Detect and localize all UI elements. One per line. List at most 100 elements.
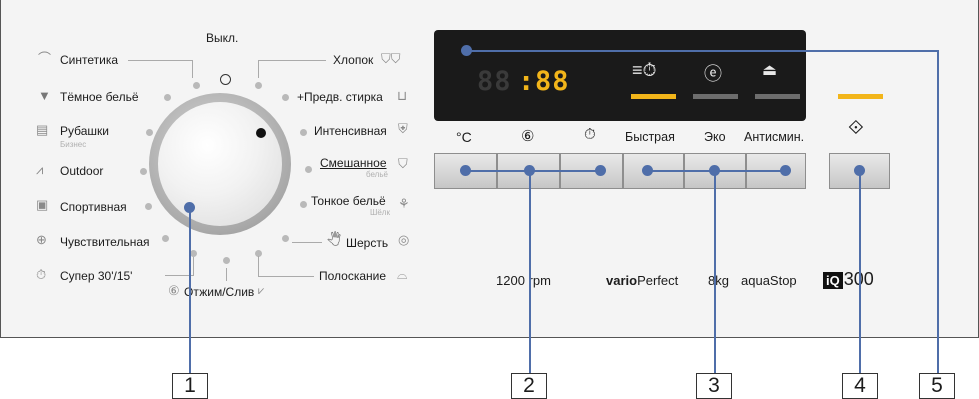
- callout-4: 4: [842, 373, 878, 399]
- program-dark-laundry[interactable]: Тёмное бельё: [60, 90, 139, 104]
- dial-position-dot: [164, 94, 171, 101]
- dial-position-dot: [146, 129, 153, 136]
- tick-line: [258, 256, 259, 276]
- time-button-label: ⏱: [584, 126, 596, 143]
- program-prewash[interactable]: +Предв. стирка: [297, 90, 383, 104]
- start-button-label: ⟐: [848, 117, 864, 139]
- anticrease-button-label: Антисмин.: [744, 130, 805, 144]
- callout-5: 5: [919, 373, 955, 399]
- shirts-icon: ▤: [36, 122, 49, 137]
- callout-dot-2a: [460, 165, 471, 176]
- start-indicator-bar: [838, 94, 883, 99]
- wool-ball-icon: ◎: [398, 232, 410, 247]
- time-delay-icon: ≡⏱: [632, 60, 657, 80]
- indicator-bar-time: [631, 94, 676, 99]
- tick-line: [258, 60, 259, 78]
- program-rinse[interactable]: Полоскание: [319, 269, 386, 283]
- callout-dot-2b: [524, 165, 535, 176]
- program-sportswear[interactable]: Спортивная: [60, 200, 127, 214]
- program-cotton[interactable]: Хлопок: [333, 53, 373, 67]
- spec-aquastop: aquaStop: [741, 273, 797, 288]
- dial-position-dot: [140, 168, 147, 175]
- callout-1: 1: [172, 373, 208, 399]
- model-logo-box: iQ: [823, 272, 843, 289]
- callout-2: 2: [511, 373, 547, 399]
- prewash-icon: ⊔: [397, 88, 408, 103]
- tick-line: [192, 60, 193, 78]
- program-outdoor[interactable]: Outdoor: [60, 164, 103, 178]
- dark-laundry-icon: ▼: [38, 88, 51, 103]
- callout-dot-3b: [709, 165, 720, 176]
- program-delicates-sub: Шёлк: [370, 208, 390, 217]
- dial-position-dot: [223, 257, 230, 264]
- program-intensive[interactable]: Интенсивная: [314, 124, 387, 138]
- tick-line: [258, 276, 314, 277]
- eco-button-label: Эко: [704, 130, 726, 144]
- super-quick-icon: ⏱: [36, 267, 47, 282]
- program-sensitive[interactable]: Чувствительная: [60, 235, 150, 249]
- callout-3: 3: [696, 373, 732, 399]
- dial-position-dot: [300, 201, 307, 208]
- program-dial[interactable]: [158, 102, 282, 226]
- display-colon: :: [518, 66, 536, 97]
- drain-icon: ⩗: [258, 285, 265, 297]
- tick-line: [292, 242, 322, 243]
- callout-dot-2c: [595, 165, 606, 176]
- tick-line: [258, 60, 326, 61]
- quick-button-label: Быстрая: [625, 130, 675, 144]
- model-logo: iQ300: [823, 269, 874, 289]
- intensive-icon: ⛨: [398, 121, 408, 136]
- callout-line-3v: [714, 170, 716, 374]
- mixed-icon: ⛉: [398, 156, 408, 171]
- tick-line: [193, 256, 194, 276]
- program-mixed-sub: бельё: [366, 170, 388, 179]
- off-position-marker: [220, 74, 231, 85]
- program-shirts[interactable]: Рубашки: [60, 124, 109, 138]
- callout-dot-1: [184, 202, 195, 213]
- dial-position-dot: [255, 82, 262, 89]
- dial-position-dot: [282, 94, 289, 101]
- program-delicates[interactable]: Тонкое бельё: [311, 194, 386, 208]
- callout-line-2v: [529, 170, 531, 374]
- cotton-icon: ⛉⛉: [381, 51, 401, 66]
- display-digits-right: 88: [535, 66, 570, 97]
- dial-position-dot: [305, 166, 312, 173]
- spec-rpm: 1200 rpm: [496, 273, 551, 288]
- program-shirts-sub: Бизнес: [60, 140, 87, 149]
- dial-position-dot: [190, 250, 197, 257]
- callout-dot-4: [854, 165, 865, 176]
- iron-icon: ⏏: [762, 62, 778, 79]
- delicates-icon: ⚘: [398, 196, 410, 211]
- callout-dot-3c: [780, 165, 791, 176]
- callout-dot-3a: [642, 165, 653, 176]
- program-spin-drain[interactable]: Отжим/Слив: [184, 285, 254, 299]
- eco-icon: ⓔ: [704, 64, 722, 84]
- spec-capacity: 8kg: [708, 273, 729, 288]
- dial-indicator: [256, 128, 266, 138]
- temp-button-label: °C: [456, 129, 472, 145]
- program-wool[interactable]: Шерсть: [346, 236, 388, 250]
- outdoor-icon: ⩘: [36, 162, 44, 177]
- dial-position-dot: [162, 235, 169, 242]
- indicator-bar-iron: [755, 94, 800, 99]
- program-mixed[interactable]: Смешанное: [320, 156, 387, 170]
- off-label: Выкл.: [206, 31, 239, 45]
- spec-vario-bold: vario: [606, 273, 638, 288]
- tick-line: [128, 60, 192, 61]
- callout-dot-5: [461, 45, 472, 56]
- callout-line-4: [859, 170, 861, 374]
- dial-position-dot: [193, 82, 200, 89]
- sensitive-icon: ⊕: [36, 232, 47, 247]
- spec-vario-rest: Perfect: [637, 273, 679, 288]
- program-super-quick[interactable]: Супер 30'/15': [60, 269, 132, 283]
- spin-button-label: ⑥: [521, 128, 535, 145]
- indicator-bar-eco: [693, 94, 738, 99]
- dial-position-dot: [145, 203, 152, 210]
- spin-icon: ⑥: [168, 283, 180, 298]
- callout-line-5h: [467, 50, 939, 52]
- tick-line: [226, 268, 227, 281]
- dial-position-dot: [282, 235, 289, 242]
- sportswear-icon: ▣: [36, 197, 49, 212]
- synthetics-icon: ⌒: [38, 51, 52, 66]
- program-synthetics[interactable]: Синтетика: [60, 53, 118, 67]
